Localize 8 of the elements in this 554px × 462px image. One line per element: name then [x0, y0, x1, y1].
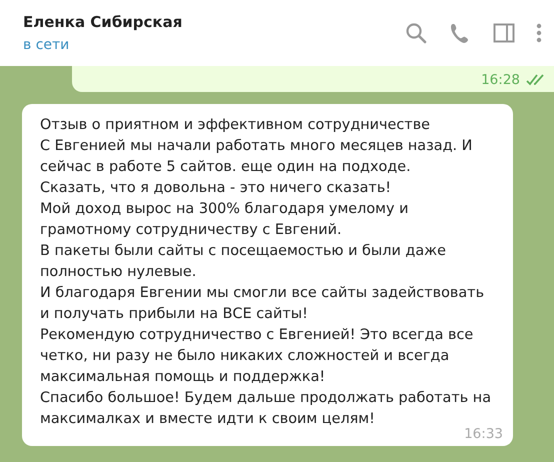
search-icon[interactable]: [404, 21, 428, 45]
contact-name: Еленка Сибирская: [23, 13, 184, 31]
sidebar-toggle-icon[interactable]: [492, 21, 516, 45]
message-text: Отзыв о приятном и эффективном сотрудничестве С Евгенией мы начали работать много месяцев назад. И сейчас в работе 5 сайтов. еще один на подходе. Сказать, что я довольна - это ничего сказать! Мой доход вырос на 300% благодаря умелому и грамотному сотрудничеству с Евгений. В пакеты были сайты с посещаемостью и были даже полностью нулевые. И благодаря Евгении мы смогли все сайты задействовать и получать прибыли на ВСЕ сайты! Рекомендую сотрудничество с Евгенией! Это всегда все четко, ни разу не было никаких сложностей и всегда максимальная помощь и поддержка! Спасибо большое! Будем дальше продолжать работать на максималках и вместе идти к своим целям!: [40, 116, 492, 428]
online-status: в сети: [23, 37, 70, 53]
more-menu-icon[interactable]: [536, 21, 542, 45]
message-time: 16:33: [464, 426, 503, 442]
message-time: 16:28: [481, 72, 520, 88]
